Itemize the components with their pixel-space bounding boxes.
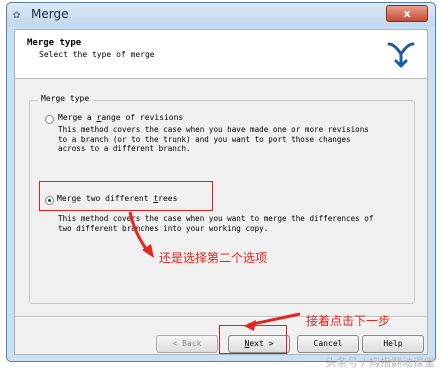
highlight-box-next [219,325,287,354]
highlight-box-option-2 [39,181,213,211]
close-button[interactable]: x [386,5,428,22]
title-bar[interactable]: ✿ Merge x [7,3,435,27]
close-icon: x [403,7,411,20]
cancel-button[interactable]: Cancel [297,335,359,353]
watermark: 头条号 / 拇指翻动课堂 [325,356,435,369]
app-icon: ✿ [13,7,21,21]
page-title: Merge type [27,38,82,48]
back-button[interactable]: < Back [156,335,218,353]
window-title: Merge [31,7,69,21]
option-range-label[interactable]: Merge a range of revisions [58,113,183,122]
group-legend: Merge type [38,94,93,103]
tortoise-merge-icon [387,42,415,68]
annotation-click-next: 接着点击下一步 [306,314,391,328]
option-trees-description: This method covers the case when you wan… [58,214,374,233]
wizard-header: Merge type Select the type of merge [15,30,427,79]
page-subtitle: Select the type of merge [39,50,155,59]
radio-range-of-revisions[interactable] [45,115,54,124]
option-range-description: This method covers the case when you hav… [58,125,369,153]
annotation-choose-second: 还是选择第二个选项 [159,251,268,265]
help-button[interactable]: Help [362,335,424,353]
